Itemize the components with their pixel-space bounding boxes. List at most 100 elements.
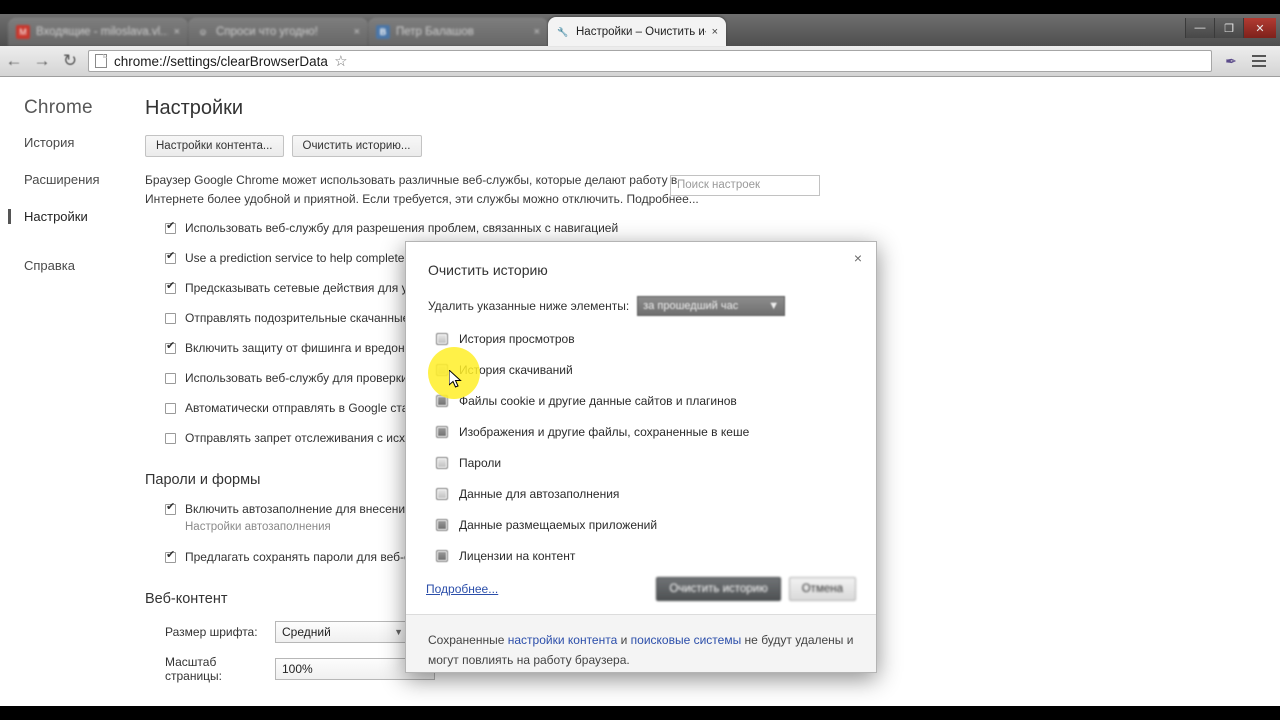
sidebar-item-settings[interactable]: Настройки bbox=[0, 203, 140, 230]
checkbox-icon[interactable] bbox=[165, 340, 176, 354]
tab-strip: M Входящие - miloslava.vl... × ☺ Спроси … bbox=[0, 14, 1280, 46]
data-type-label: Изображения и другие файлы, сохраненные … bbox=[459, 425, 750, 439]
data-type-row-autofill[interactable]: Данные для автозаполнения bbox=[436, 487, 876, 501]
data-type-row-download-history[interactable]: История скачиваний bbox=[436, 363, 876, 377]
gmail-icon: M bbox=[16, 25, 30, 39]
checkbox-icon[interactable] bbox=[165, 313, 176, 324]
checkbox-row[interactable]: Использовать веб-службу для разрешения п… bbox=[165, 220, 1280, 236]
dialog-title: Очистить историю bbox=[428, 262, 548, 278]
menu-line bbox=[1252, 55, 1266, 57]
checkbox-label: Использовать веб-службу для разрешения п… bbox=[185, 221, 619, 235]
browser-tab-active-settings[interactable]: 🔧 Настройки – Очистить и‹ × bbox=[548, 17, 726, 46]
sidebar-item-extensions[interactable]: Расширения bbox=[0, 166, 140, 193]
font-size-label: Размер шрифта: bbox=[165, 625, 258, 639]
data-type-label: Пароли bbox=[459, 456, 502, 470]
data-type-row-passwords[interactable]: Пароли bbox=[436, 456, 876, 470]
menu-line bbox=[1252, 60, 1266, 62]
back-button[interactable]: ← bbox=[0, 47, 28, 75]
clear-history-button[interactable]: Очистить историю... bbox=[291, 135, 422, 157]
tab-close-icon[interactable]: × bbox=[174, 26, 180, 38]
note-middle: и bbox=[617, 633, 631, 647]
maximize-icon: ❐ bbox=[1224, 22, 1234, 35]
sidebar-item-history[interactable]: История bbox=[0, 129, 140, 156]
maximize-button[interactable]: ❐ bbox=[1214, 18, 1243, 38]
checkbox-icon[interactable] bbox=[165, 501, 176, 515]
forward-arrow-icon: → bbox=[33, 51, 51, 70]
checkbox-icon[interactable] bbox=[436, 550, 448, 562]
privacy-description: Браузер Google Chrome может использовать… bbox=[145, 173, 699, 206]
smiley-icon: ☺ bbox=[198, 27, 208, 37]
checkbox-icon[interactable] bbox=[165, 403, 176, 414]
chrome-menu-icon[interactable] bbox=[1246, 48, 1272, 74]
tab-title: Спроси что угодно! bbox=[216, 26, 318, 38]
bookmark-star-icon[interactable]: ☆ bbox=[328, 49, 354, 73]
reload-button[interactable]: ↻ bbox=[56, 47, 84, 75]
close-window-button[interactable]: ✕ bbox=[1243, 18, 1276, 38]
checkbox-icon[interactable] bbox=[165, 280, 176, 294]
tab-close-icon[interactable]: × bbox=[534, 26, 540, 38]
clear-browsing-data-dialog: × Очистить историю Удалить указанные ниж… bbox=[405, 241, 877, 673]
checkbox-icon[interactable] bbox=[436, 519, 448, 531]
browser-tab-1[interactable]: M Входящие - miloslava.vl... × bbox=[8, 18, 188, 46]
page-zoom-value: 100% bbox=[282, 662, 313, 676]
letterbox-bottom bbox=[0, 706, 1280, 720]
sidebar-item-label: Справка bbox=[24, 258, 75, 273]
data-type-row-browsing-history[interactable]: История просмотров bbox=[436, 332, 876, 346]
time-range-label: Удалить указанные ниже элементы: bbox=[428, 299, 630, 313]
pen-extension-icon: ✒ bbox=[1225, 52, 1237, 69]
privacy-buttons-row: Настройки контента... Очистить историю..… bbox=[145, 135, 1280, 157]
vk-icon: B bbox=[376, 25, 390, 39]
tab-close-icon[interactable]: × bbox=[712, 26, 718, 38]
sidebar-item-label: Расширения bbox=[24, 172, 100, 187]
font-size-select[interactable]: Средний ▼ bbox=[275, 621, 410, 643]
tab-close-icon[interactable]: × bbox=[354, 26, 360, 38]
checkbox-icon[interactable] bbox=[436, 457, 448, 469]
chrome-brand-label: Chrome bbox=[24, 97, 93, 118]
data-type-label: Данные размещаемых приложений bbox=[459, 518, 658, 532]
checkbox-icon[interactable] bbox=[165, 373, 176, 384]
checkbox-icon[interactable] bbox=[436, 333, 448, 345]
sidebar-item-help[interactable]: Справка bbox=[0, 252, 140, 279]
time-range-select[interactable]: за прошедший час ▼ bbox=[637, 296, 786, 316]
chevron-down-icon: ▼ bbox=[394, 627, 403, 637]
checkbox-icon[interactable] bbox=[165, 250, 176, 264]
browser-tab-2[interactable]: ☺ Спроси что угодно! × bbox=[188, 18, 368, 46]
data-type-row-hosted-app-data[interactable]: Данные размещаемых приложений bbox=[436, 518, 876, 532]
data-type-label: Данные для автозаполнения bbox=[459, 487, 620, 501]
chevron-down-icon: ▼ bbox=[768, 300, 780, 312]
minimize-icon: — bbox=[1194, 22, 1206, 34]
checkbox-icon[interactable] bbox=[165, 433, 176, 444]
font-size-value: Средний bbox=[282, 625, 331, 639]
dialog-footer: Подробнее... Очистить историю Отмена bbox=[406, 564, 876, 614]
checkbox-icon[interactable] bbox=[436, 426, 448, 438]
checkbox-icon[interactable] bbox=[165, 220, 176, 234]
letterbox-top bbox=[0, 0, 1280, 14]
learn-more-link[interactable]: Подробнее... bbox=[426, 582, 498, 596]
checkbox-icon[interactable] bbox=[165, 549, 176, 563]
mouse-cursor bbox=[449, 370, 462, 388]
menu-line bbox=[1252, 65, 1266, 67]
tab-title: Входящие - miloslava.vl... bbox=[36, 26, 168, 38]
data-type-row-cache[interactable]: Изображения и другие файлы, сохраненные … bbox=[436, 425, 876, 439]
browser-tab-3[interactable]: B Петр Балашов × bbox=[368, 18, 548, 46]
content-settings-button[interactable]: Настройки контента... bbox=[145, 135, 284, 157]
extension-icon[interactable]: ✒ bbox=[1218, 48, 1244, 74]
close-icon: ✕ bbox=[1255, 22, 1265, 35]
tab-title: Настройки – Очистить и‹ bbox=[576, 25, 706, 38]
tab-title: Петр Балашов bbox=[396, 26, 474, 38]
content-settings-link[interactable]: настройки контента bbox=[508, 633, 618, 647]
search-engines-link[interactable]: поисковые системы bbox=[631, 633, 742, 647]
address-bar[interactable]: chrome://settings/clearBrowserData ☆ bbox=[88, 50, 1212, 72]
cancel-button[interactable]: Отмена bbox=[788, 577, 856, 601]
checkbox-icon[interactable] bbox=[436, 488, 448, 500]
dialog-close-icon[interactable]: × bbox=[850, 250, 866, 266]
data-type-row-content-licenses[interactable]: Лицензии на контент bbox=[436, 549, 876, 563]
forward-button[interactable]: → bbox=[28, 47, 56, 75]
data-type-row-cookies[interactable]: Файлы cookie и другие данные сайтов и пл… bbox=[436, 394, 876, 408]
data-type-label: Лицензии на контент bbox=[459, 549, 576, 563]
minimize-button[interactable]: — bbox=[1185, 18, 1214, 38]
page-document-icon bbox=[95, 54, 107, 68]
data-type-label: История просмотров bbox=[459, 332, 575, 346]
page-title: Настройки bbox=[145, 97, 244, 119]
clear-browsing-data-button[interactable]: Очистить историю bbox=[656, 577, 781, 601]
